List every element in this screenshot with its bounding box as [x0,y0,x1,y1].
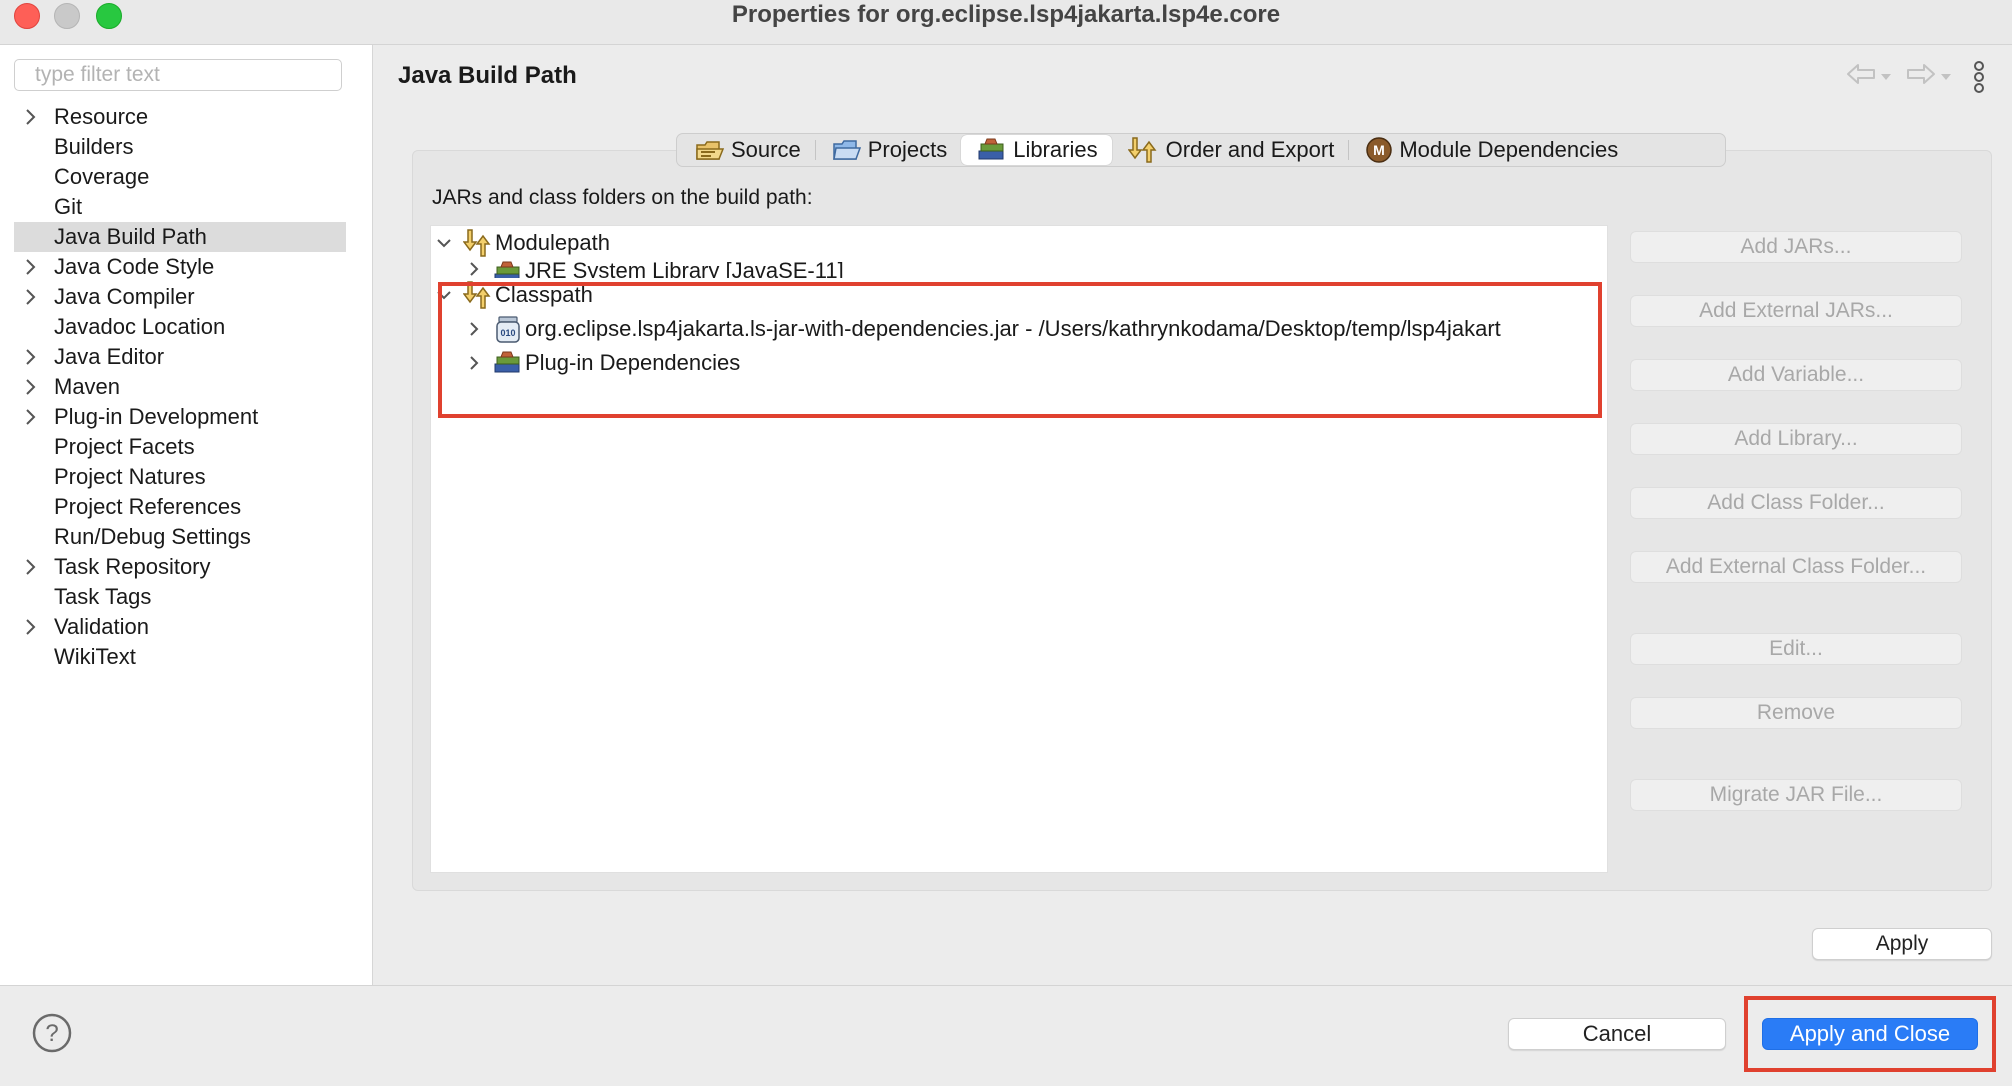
classpath-highlight-box [438,282,1602,418]
sidebar-item-java-compiler[interactable]: Java Compiler [14,282,346,312]
sidebar-item-wikitext[interactable]: WikiText [14,642,346,672]
sidebar-item-label: Java Editor [54,344,165,369]
add-external-class-folder-button[interactable]: Add External Class Folder... [1630,551,1962,583]
tab-libraries[interactable]: Libraries [961,135,1112,165]
sidebar-item-java-code-style[interactable]: Java Code Style [14,252,346,282]
source-folder-icon [696,141,725,160]
add-variable-button[interactable]: Add Variable... [1630,359,1962,391]
sidebar-item-label: Maven [54,374,121,399]
tab-order-export-label: Order and Export [1165,137,1335,162]
tab-source-label: Source [731,137,801,162]
sidebar-item-java-editor[interactable]: Java Editor [14,342,346,372]
sidebar-item-label: Java Code Style [54,254,215,279]
help-icon[interactable]: ? [32,1013,72,1053]
sidebar-item-project-natures[interactable]: Project Natures [14,462,346,492]
build-path-tabs: Source Projects Libraries Order and Expo… [676,133,1726,167]
add-jars-button[interactable]: Add JARs... [1630,231,1962,263]
module-icon: M [1366,137,1393,163]
sidebar-item-label: Project References [54,494,242,519]
window-titlebar: Properties for org.eclipse.lsp4jakarta.l… [0,0,2012,45]
sidebar-item-label: Git [54,194,83,219]
sidebar-item-javadoc-location[interactable]: Javadoc Location [14,312,346,342]
sidebar-item-label: Plug-in Development [54,404,259,429]
build-path-heading: JARs and class folders on the build path… [432,186,813,209]
tab-projects[interactable]: Projects [816,135,961,165]
add-class-folder-button[interactable]: Add Class Folder... [1630,487,1962,519]
sidebar-item-label: Project Natures [54,464,206,489]
tab-order-and-export[interactable]: Order and Export [1112,135,1349,165]
sidebar-item-label: Javadoc Location [54,314,226,339]
sidebar-item-label: Run/Debug Settings [54,524,251,549]
add-external-jars-button[interactable]: Add External JARs... [1630,295,1962,327]
svg-text:?: ? [45,1020,58,1047]
sidebar-item-resource[interactable]: Resource [14,102,346,132]
chevron-right-icon[interactable] [22,612,40,642]
sidebar-item-label: Coverage [54,164,150,189]
back-arrow-icon[interactable] [1846,62,1876,86]
chevron-down-icon[interactable] [433,232,455,254]
tab-source[interactable]: Source [679,135,815,165]
chevron-right-icon[interactable] [22,282,40,312]
apply-close-highlight-box [1744,996,1996,1072]
chevron-right-icon[interactable] [22,102,40,132]
page-title: Java Build Path [398,62,577,89]
sidebar-item-label: Validation [54,614,149,639]
sidebar-item-plug-in-development[interactable]: Plug-in Development [14,402,346,432]
forward-dropdown-icon[interactable] [1940,72,1952,82]
forward-arrow-icon[interactable] [1906,62,1936,86]
sidebar-item-label: Builders [54,134,134,159]
sidebar-item-run-debug-settings[interactable]: Run/Debug Settings [14,522,346,552]
filter-input[interactable] [14,59,342,91]
nav-tree: Resource Builders Coverage Git Java Build Pa… [14,102,346,672]
window-title: Properties for org.eclipse.lsp4jakarta.l… [731,1,1281,28]
order-export-icon [1127,137,1157,163]
sidebar-item-task-tags[interactable]: Task Tags [14,582,346,612]
chevron-right-icon[interactable] [22,552,40,582]
view-menu-icon[interactable] [1972,60,1986,94]
sidebar-item-label: Resource [54,104,149,129]
sidebar-item-coverage[interactable]: Coverage [14,162,346,192]
sidebar-item-label: Task Repository [54,554,211,579]
chevron-right-icon[interactable] [22,402,40,432]
projects-icon [832,140,861,160]
chevron-right-icon[interactable] [463,258,485,280]
sidebar-item-java-build-path[interactable]: Java Build Path [14,222,346,252]
sidebar-item-project-references[interactable]: Project References [14,492,346,522]
tab-projects-label: Projects [867,137,948,162]
add-library-button[interactable]: Add Library... [1630,423,1962,455]
apply-button[interactable]: Apply [1812,928,1992,960]
edit-button[interactable]: Edit... [1630,633,1962,665]
chevron-right-icon[interactable] [22,252,40,282]
sidebar-item-label: WikiText [54,644,136,669]
chevron-right-icon[interactable] [22,342,40,372]
preferences-sidebar: Resource Builders Coverage Git Java Build Pa… [0,45,373,985]
remove-button[interactable]: Remove [1630,697,1962,729]
sidebar-item-label: Task Tags [54,584,152,609]
tab-module-dependencies-label: Module Dependencies [1399,137,1619,162]
sidebar-item-label: Java Compiler [54,284,195,309]
sidebar-item-maven[interactable]: Maven [14,372,346,402]
migrate-jar-button[interactable]: Migrate JAR File... [1630,779,1962,811]
sidebar-item-builders[interactable]: Builders [14,132,346,162]
sidebar-item-label: Java Build Path [54,224,207,249]
libraries-icon [978,138,1004,160]
tab-module-dependencies[interactable]: M Module Dependencies [1349,135,1632,165]
svg-text:M: M [1373,142,1385,158]
sidebar-item-git[interactable]: Git [14,192,346,222]
sidebar-item-validation[interactable]: Validation [14,612,346,642]
sidebar-item-label: Project Facets [54,434,195,459]
sidebar-item-task-repository[interactable]: Task Repository [14,552,346,582]
sidebar-item-project-facets[interactable]: Project Facets [14,432,346,462]
chevron-right-icon[interactable] [22,372,40,402]
tab-libraries-label: Libraries [1013,137,1098,162]
cancel-button[interactable]: Cancel [1508,1018,1726,1050]
back-dropdown-icon[interactable] [1880,72,1892,82]
